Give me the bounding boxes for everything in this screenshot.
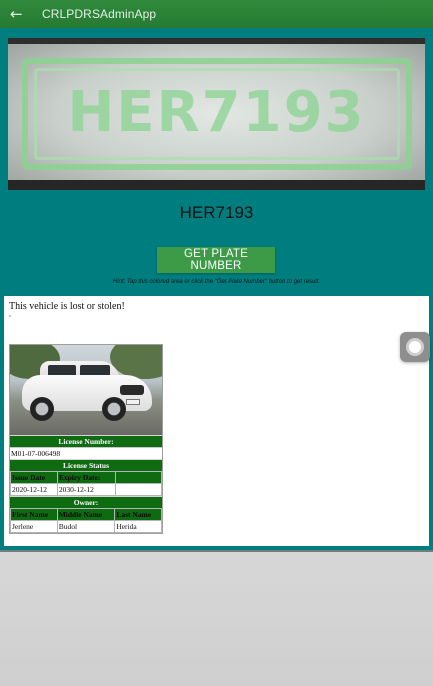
last-name-value: Herida bbox=[114, 520, 162, 533]
app-title: CRLPDRSAdminApp bbox=[42, 7, 157, 21]
license-status-table: Issue Date Expiry Date: 2020-12-12 2030-… bbox=[10, 471, 163, 496]
first-name-header: First Name bbox=[10, 508, 58, 521]
license-number-header: License Number: bbox=[10, 435, 162, 447]
owner-header: Owner: bbox=[10, 496, 162, 508]
car-grille bbox=[120, 385, 144, 395]
first-name-value: Jerlene bbox=[10, 520, 58, 533]
car-wheel bbox=[30, 397, 54, 421]
car-plate bbox=[126, 399, 140, 405]
empty-header bbox=[114, 471, 163, 484]
license-number-value: M01-07-006498 bbox=[10, 447, 162, 459]
vehicle-card: License Number: M01-07-006498 License St… bbox=[9, 344, 163, 534]
result-marker: ▫ bbox=[9, 314, 12, 320]
assistive-touch-icon bbox=[406, 338, 424, 356]
scan-panel[interactable]: HER7193 HER7193 GET PLATE NUMBER Hint: T… bbox=[0, 28, 433, 550]
license-status-header: License Status bbox=[10, 459, 162, 471]
bottom-divider bbox=[0, 550, 433, 552]
last-name-header: Last Name bbox=[114, 508, 162, 521]
vehicle-photo bbox=[10, 345, 162, 435]
camera-preview[interactable]: HER7193 bbox=[8, 38, 425, 190]
expiry-date-value: 2030-12-12 bbox=[56, 483, 116, 496]
app-bar: ← CRLPDRSAdminApp bbox=[0, 0, 433, 28]
result-panel: This vehicle is lost or stolen! ▫ Licens… bbox=[4, 296, 429, 546]
empty-cell bbox=[114, 483, 163, 496]
issue-date-header: Issue Date bbox=[10, 471, 58, 484]
expiry-date-header: Expiry Date: bbox=[56, 471, 116, 484]
issue-date-value: 2020-12-12 bbox=[10, 483, 58, 496]
owner-table: First Name Middle Name Last Name Jerlene… bbox=[10, 508, 162, 533]
back-arrow-icon[interactable]: ← bbox=[10, 0, 32, 28]
detected-plate-number: HER7193 bbox=[179, 203, 254, 222]
hint-text: Hint: Tap this colored area or click the… bbox=[112, 279, 321, 285]
stolen-message: This vehicle is lost or stolen! bbox=[9, 301, 125, 312]
car-wheel bbox=[102, 397, 126, 421]
middle-name-value: Budol bbox=[56, 520, 116, 533]
middle-name-header: Middle Name bbox=[56, 508, 116, 521]
get-plate-number-button[interactable]: GET PLATE NUMBER bbox=[157, 247, 275, 273]
camera-plate-text: HER7193 bbox=[67, 80, 366, 145]
assistive-touch-button[interactable] bbox=[400, 332, 430, 362]
